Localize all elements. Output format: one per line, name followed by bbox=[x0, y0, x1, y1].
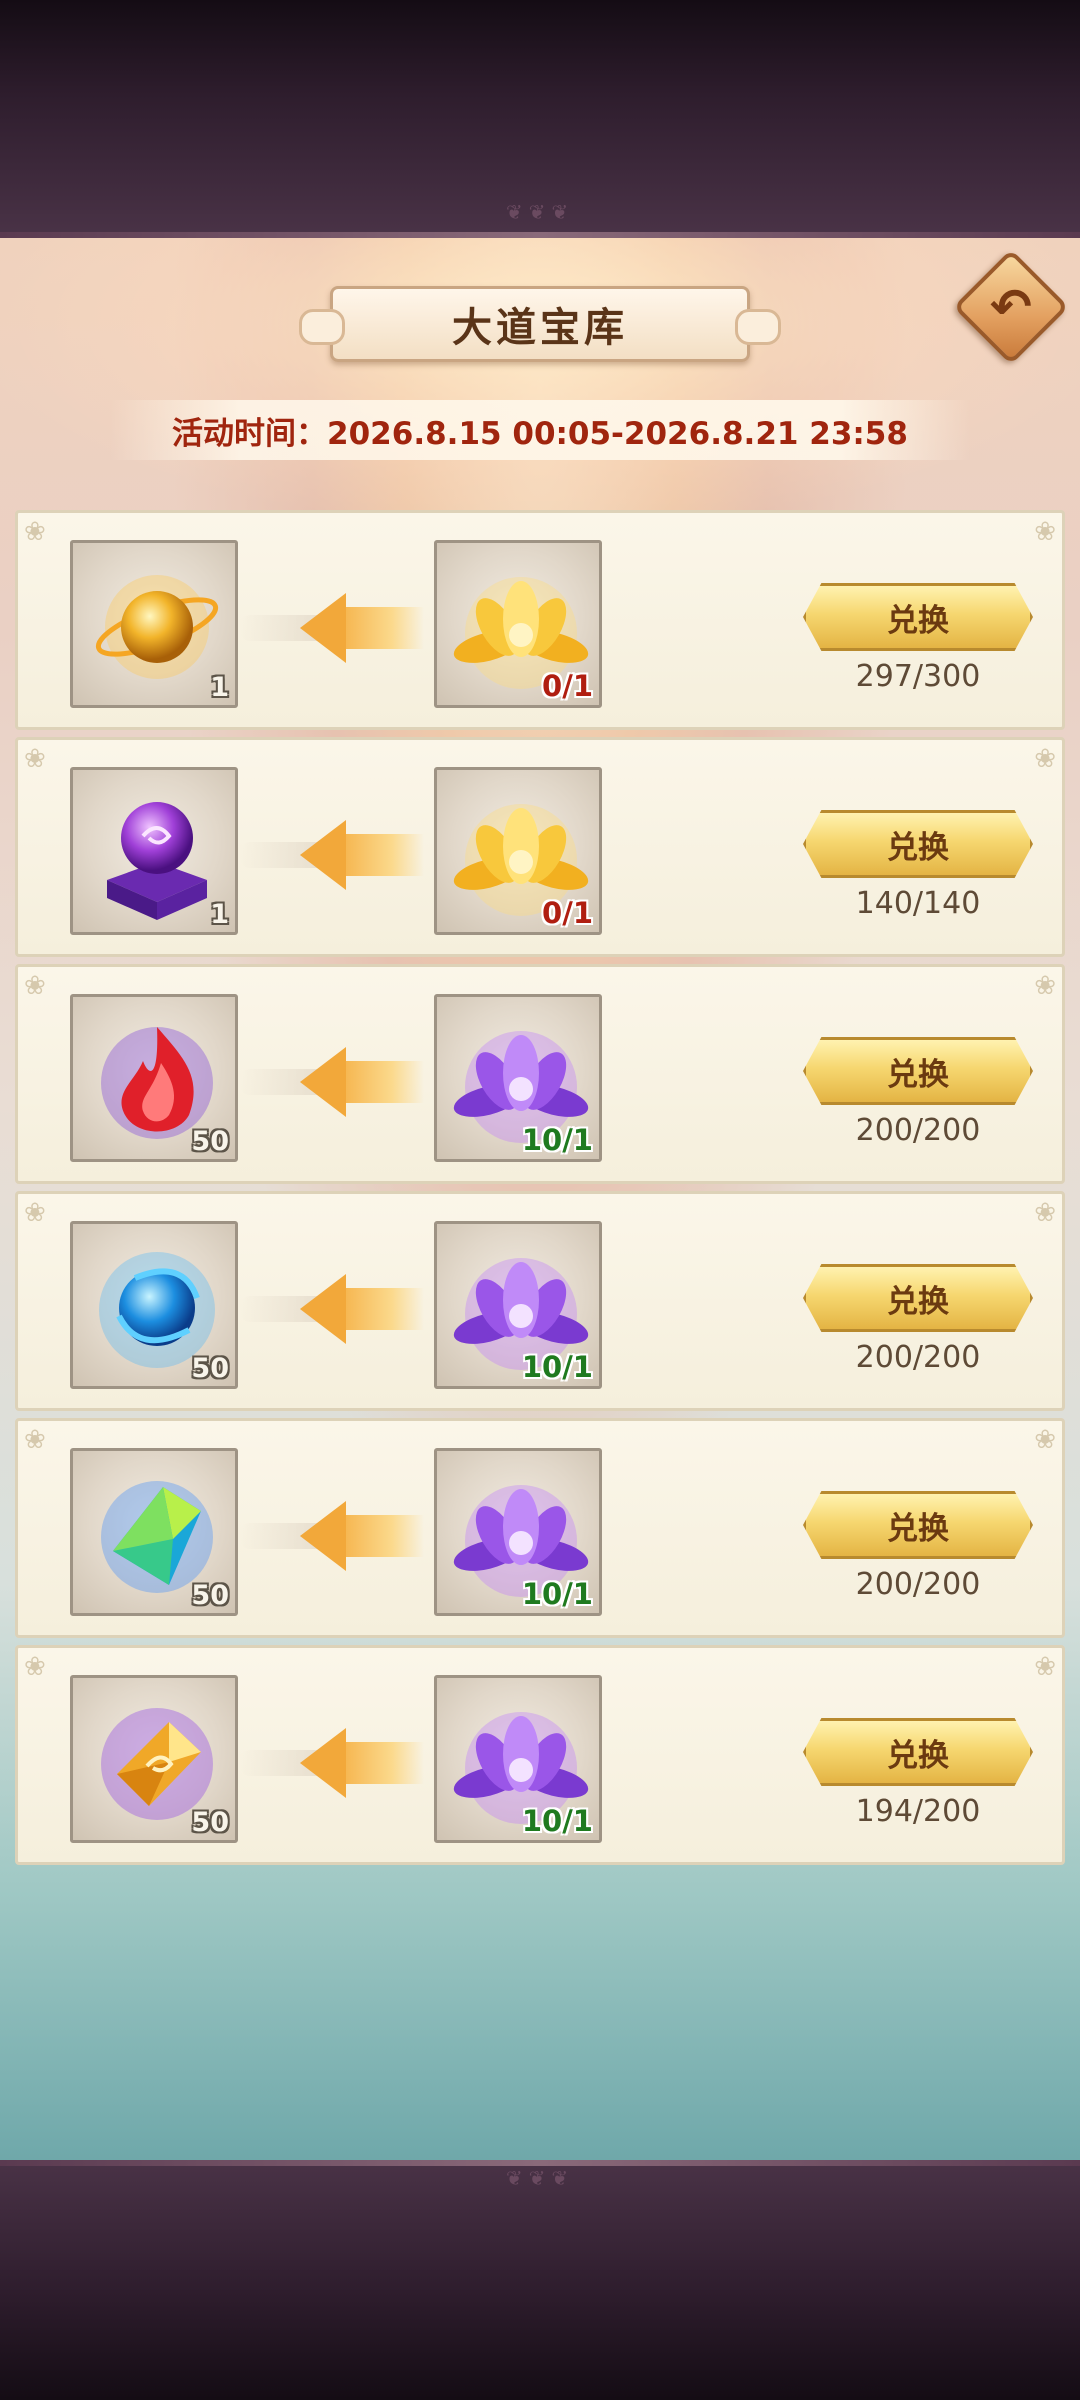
exchange-button[interactable]: 兑换 bbox=[803, 1718, 1033, 1786]
exchange-arrow-icon bbox=[240, 1501, 434, 1571]
exchange-arrow-icon bbox=[240, 1728, 434, 1798]
top-ornament: ❦❦❦ bbox=[505, 200, 575, 224]
list-item: 50 10/1 兑换 194/200 bbox=[15, 1645, 1065, 1865]
top-frame-band: ❦❦❦ bbox=[0, 0, 1080, 238]
exchange-button[interactable]: 兑换 bbox=[803, 1264, 1033, 1332]
cost-item-slot[interactable]: 10/1 bbox=[434, 1448, 602, 1616]
exchange-arrow-icon bbox=[240, 593, 434, 663]
event-time-banner: 活动时间：2026.8.15 00:05-2026.8.21 23:58 bbox=[110, 400, 970, 460]
cost-item-slot[interactable]: 0/1 bbox=[434, 540, 602, 708]
reward-quantity: 1 bbox=[210, 899, 229, 930]
reward-item-slot[interactable]: 50 bbox=[70, 1221, 238, 1389]
list-item: 50 10/1 兑换 200/200 bbox=[15, 1191, 1065, 1411]
reward-item-slot[interactable]: 50 bbox=[70, 1675, 238, 1843]
exchange-limit-count: 140/140 bbox=[855, 886, 981, 921]
exchange-button[interactable]: 兑换 bbox=[803, 1491, 1033, 1559]
exchange-button[interactable]: 兑换 bbox=[803, 810, 1033, 878]
bottom-frame-band: ❦❦❦ bbox=[0, 2160, 1080, 2400]
list-item: 1 0/1 兑换 140/140 bbox=[15, 737, 1065, 957]
reward-quantity: 50 bbox=[191, 1353, 229, 1384]
reward-item-slot[interactable]: 1 bbox=[70, 540, 238, 708]
cost-requirement: 10/1 bbox=[521, 1577, 593, 1611]
exchange-arrow-icon bbox=[240, 1274, 434, 1344]
exchange-limit-count: 200/200 bbox=[855, 1340, 981, 1375]
cost-requirement: 10/1 bbox=[521, 1804, 593, 1838]
reward-item-slot[interactable]: 1 bbox=[70, 767, 238, 935]
exchange-arrow-icon bbox=[240, 1047, 434, 1117]
back-arrow-icon[interactable]: ↶ bbox=[970, 266, 1052, 348]
exchange-limit-count: 200/200 bbox=[855, 1567, 981, 1602]
exchange-button[interactable]: 兑换 bbox=[803, 1037, 1033, 1105]
cost-item-slot[interactable]: 10/1 bbox=[434, 994, 602, 1162]
reward-quantity: 50 bbox=[191, 1126, 229, 1157]
list-item: 50 10/1 兑换 200/200 bbox=[15, 1418, 1065, 1638]
exchange-button[interactable]: 兑换 bbox=[803, 583, 1033, 651]
reward-quantity: 50 bbox=[191, 1580, 229, 1611]
cost-requirement: 10/1 bbox=[521, 1350, 593, 1384]
cost-item-slot[interactable]: 0/1 bbox=[434, 767, 602, 935]
exchange-limit-count: 194/200 bbox=[855, 1794, 981, 1829]
list-item: 50 10/1 兑换 200/200 bbox=[15, 964, 1065, 1184]
reward-item-slot[interactable]: 50 bbox=[70, 1448, 238, 1616]
exchange-limit-count: 297/300 bbox=[855, 659, 981, 694]
exchange-limit-count: 200/200 bbox=[855, 1113, 981, 1148]
list-item: 1 0/1 兑换 297/300 bbox=[15, 510, 1065, 730]
reward-item-slot[interactable]: 50 bbox=[70, 994, 238, 1162]
page-title: 大道宝库 bbox=[452, 305, 628, 351]
reward-quantity: 1 bbox=[210, 672, 229, 703]
cost-item-slot[interactable]: 10/1 bbox=[434, 1675, 602, 1843]
stage-glow bbox=[0, 238, 1080, 518]
cost-requirement: 0/1 bbox=[542, 896, 593, 930]
title-plate: 大道宝库 bbox=[299, 286, 781, 362]
exchange-list[interactable]: 10/1兑换297/30010/1兑换140/1405010/1兑换200/20… bbox=[0, 510, 1080, 1890]
bottom-ornament: ❦❦❦ bbox=[505, 2166, 575, 2190]
cost-requirement: 10/1 bbox=[521, 1123, 593, 1157]
reward-quantity: 50 bbox=[191, 1807, 229, 1838]
cost-item-slot[interactable]: 10/1 bbox=[434, 1221, 602, 1389]
cost-requirement: 0/1 bbox=[542, 669, 593, 703]
exchange-arrow-icon bbox=[240, 820, 434, 890]
